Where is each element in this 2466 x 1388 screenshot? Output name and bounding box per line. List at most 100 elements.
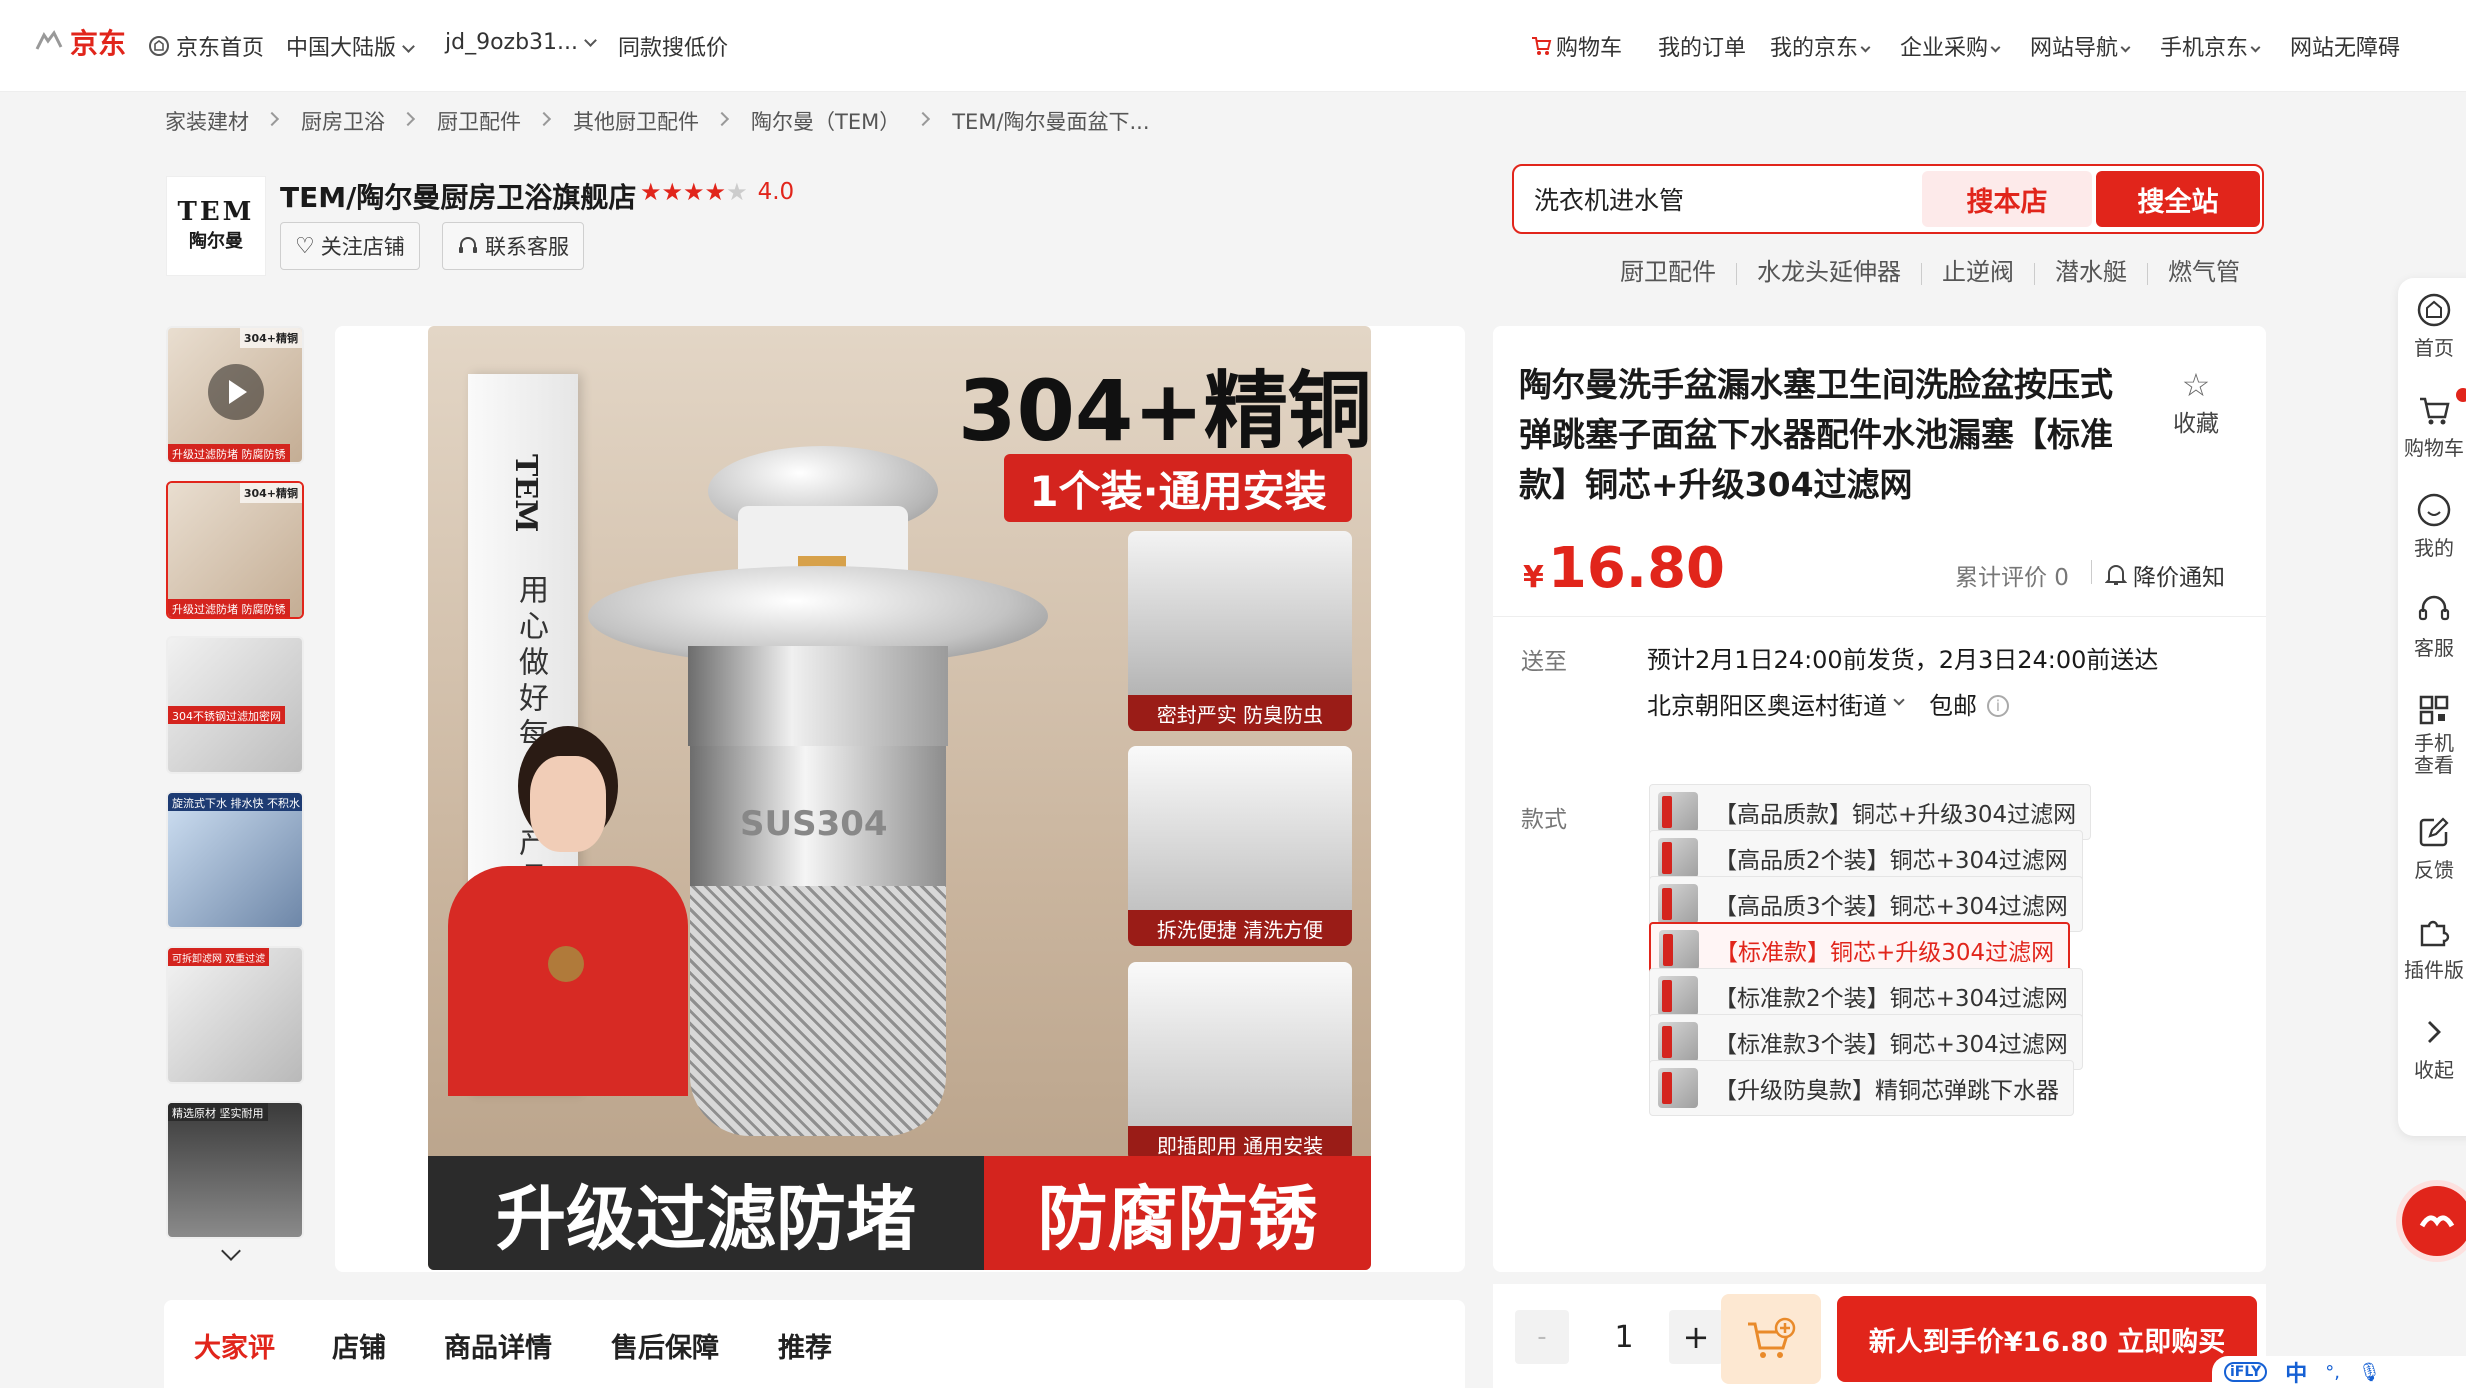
add-to-cart-button[interactable] bbox=[1721, 1294, 1821, 1384]
contact-service-button[interactable]: 联系客服 bbox=[442, 222, 584, 270]
option-label: 【标准款】铜芯+升级304过滤网 bbox=[1715, 940, 2055, 966]
store-logo[interactable]: TEM 陶尔曼 bbox=[166, 176, 266, 276]
option-label: 【升级防臭款】精铜芯弹跳下水器 bbox=[1714, 1078, 2059, 1104]
thumbnail[interactable]: 304+精铜 升级过滤防堵 防腐防锈 bbox=[166, 326, 304, 464]
jd-home-link[interactable]: 京东首页 bbox=[148, 30, 264, 62]
hot-search-link[interactable]: 潜水艇 bbox=[2055, 252, 2127, 287]
thumbnail-caption: 旋流式下水 排水快 不积水 bbox=[168, 793, 302, 811]
breadcrumb-item[interactable]: 陶尔曼（TEM） bbox=[751, 106, 900, 136]
ime-punctuation-icon[interactable]: °, bbox=[2325, 1362, 2340, 1383]
breadcrumb-item-current[interactable]: TEM/陶尔曼面盆下... bbox=[952, 106, 1149, 136]
microphone-icon[interactable]: 🎙 bbox=[2358, 1362, 2381, 1383]
my-orders-link[interactable]: 我的订单 bbox=[1658, 30, 1746, 62]
chevron-down-icon bbox=[1990, 42, 2001, 53]
thumbnail-image bbox=[168, 948, 302, 1082]
search-all-button[interactable]: 搜全站 bbox=[2096, 171, 2260, 227]
breadcrumb-item[interactable]: 厨房卫浴 bbox=[301, 106, 385, 136]
my-jd-dropdown[interactable]: 我的京东 bbox=[1770, 30, 1871, 62]
thumbnail[interactable]: 304不锈钢过滤加密网 bbox=[166, 636, 304, 774]
tab-recommend[interactable]: 推荐 bbox=[778, 1326, 832, 1365]
quantity-increase-button[interactable]: + bbox=[1669, 1310, 1723, 1364]
star-outline-icon: ☆ bbox=[2181, 366, 2211, 404]
thumbnail[interactable]: 精选原材 坚实耐用 bbox=[166, 1101, 304, 1239]
hot-search-link[interactable]: 水龙头延伸器 bbox=[1757, 252, 1901, 287]
image-banner-left: 升级过滤防堵 bbox=[428, 1156, 984, 1270]
play-button[interactable] bbox=[208, 364, 264, 420]
divider bbox=[2091, 560, 2092, 584]
chevron-right-icon bbox=[916, 111, 931, 127]
thumbnail-caption: 升级过滤防堵 防腐防锈 bbox=[168, 599, 290, 617]
thumbnail-scroll-down-icon[interactable] bbox=[221, 1241, 241, 1261]
tab-after-sales[interactable]: 售后保障 bbox=[611, 1326, 719, 1365]
breadcrumb-item[interactable]: 家装建材 bbox=[165, 106, 249, 136]
sidebar-mobile-view[interactable]: 手机查看 bbox=[2398, 692, 2466, 776]
mobile-jd-dropdown[interactable]: 手机京东 bbox=[2160, 30, 2261, 62]
follow-store-button[interactable]: ♡ 关注店铺 bbox=[280, 222, 420, 270]
option-thumbnail bbox=[1658, 792, 1698, 832]
thumbnail[interactable]: 可拆卸滤网 双重过滤 bbox=[166, 946, 304, 1084]
ship-address-dropdown[interactable]: 北京朝阳区奥运村街道 bbox=[1647, 686, 1887, 721]
headset-icon bbox=[2418, 595, 2450, 621]
cart-link[interactable]: 购物车 bbox=[1530, 30, 1622, 62]
hot-search-link[interactable]: 止逆阀 bbox=[1942, 252, 2014, 287]
sidebar-cart[interactable]: 购物车 bbox=[2398, 392, 2466, 461]
favorite-button[interactable]: ☆ 收藏 bbox=[2173, 366, 2219, 438]
breadcrumb-item[interactable]: 厨卫配件 bbox=[437, 106, 521, 136]
jd-logo-text: 京东 bbox=[70, 27, 127, 60]
right-toolbar: 首页 购物车 我的 客服 手机查看 反馈 插件版 收起 bbox=[2398, 278, 2466, 1136]
hot-search-link[interactable]: 厨卫配件 bbox=[1620, 252, 1716, 287]
thumbnail-image bbox=[168, 793, 302, 927]
option-label: 【高品质2个装】铜芯+304过滤网 bbox=[1714, 848, 2068, 874]
thumbnail[interactable]: 旋流式下水 排水快 不积水 bbox=[166, 791, 304, 929]
spokesperson-image bbox=[448, 726, 688, 1096]
sidebar-service[interactable]: 客服 bbox=[2398, 592, 2466, 661]
review-count[interactable]: 累计评价 0 bbox=[1955, 558, 2069, 592]
feature-caption: 拆洗便捷 清洗方便 bbox=[1128, 910, 1352, 946]
box-brand-text: TEM bbox=[508, 454, 543, 533]
tab-details[interactable]: 商品详情 bbox=[444, 1326, 552, 1365]
price-alert-button[interactable]: 降价通知 bbox=[2091, 558, 2225, 592]
tab-store[interactable]: 店铺 bbox=[332, 1326, 386, 1365]
ime-language-toggle[interactable]: 中 bbox=[2285, 1356, 2307, 1388]
quantity-decrease-button[interactable]: - bbox=[1515, 1310, 1569, 1364]
store-logo-text: TEM bbox=[177, 197, 255, 227]
quantity-input[interactable]: 1 bbox=[1589, 1310, 1659, 1364]
enterprise-dropdown[interactable]: 企业采购 bbox=[1900, 30, 2001, 62]
thumbnail-selected[interactable]: 304+精铜 升级过滤防堵 防腐防锈 bbox=[166, 481, 304, 619]
cart-icon bbox=[2420, 397, 2450, 425]
style-option[interactable]: 【升级防臭款】精铜芯弹跳下水器 bbox=[1649, 1060, 2074, 1116]
info-icon[interactable]: i bbox=[1987, 694, 2009, 717]
floating-assistant-button[interactable] bbox=[2402, 1186, 2466, 1256]
hot-search-link[interactable]: 燃气管 bbox=[2168, 252, 2240, 287]
contact-service-label: 联系客服 bbox=[485, 235, 569, 259]
notification-badge bbox=[2456, 388, 2466, 402]
sidebar-collapse[interactable]: 收起 bbox=[2398, 1014, 2466, 1083]
bell-icon bbox=[2105, 565, 2127, 585]
search-store-button[interactable]: 搜本店 bbox=[1922, 171, 2092, 227]
main-product-image[interactable]: TEM 用心做好每一个产品 304+精铜 1个装·通用安装 SUS304 密封严… bbox=[428, 326, 1371, 1270]
sidebar-feedback[interactable]: 反馈 bbox=[2398, 814, 2466, 883]
store-name[interactable]: TEM/陶尔曼厨房卫浴旗舰店 bbox=[280, 176, 636, 216]
breadcrumb-item[interactable]: 其他厨卫配件 bbox=[573, 106, 699, 136]
product-title: 陶尔曼洗手盆漏水塞卫生间洗脸盆按压式弹跳塞子面盆下水器配件水池漏塞【标准款】铜芯… bbox=[1519, 365, 2113, 504]
option-thumbnail bbox=[1658, 1022, 1698, 1062]
chevron-right-icon bbox=[536, 111, 552, 127]
same-low-price-link[interactable]: 同款搜低价 bbox=[618, 30, 728, 62]
buy-bar: - 1 + 新人到手价¥16.80 立即购买 bbox=[1493, 1284, 2266, 1388]
jd-logo[interactable]: 京东 bbox=[34, 22, 126, 62]
tab-reviews[interactable]: 大家评 bbox=[194, 1326, 275, 1365]
ship-fee: 包邮 bbox=[1929, 692, 1977, 720]
accessibility-link[interactable]: 网站无障碍 bbox=[2290, 30, 2400, 62]
sidebar-home[interactable]: 首页 bbox=[2398, 292, 2466, 361]
top-nav-bar: 京东 京东首页 中国大陆版 jd_9ozb31... 同款搜低价 购物车 我的订… bbox=[0, 0, 2466, 92]
divider bbox=[2034, 262, 2035, 285]
region-dropdown[interactable]: 中国大陆版 bbox=[286, 30, 415, 62]
site-nav-dropdown[interactable]: 网站导航 bbox=[2030, 30, 2131, 62]
detail-tabs: 大家评 店铺 商品详情 售后保障 推荐 bbox=[164, 1300, 1465, 1388]
ime-logo-icon[interactable]: iFLY bbox=[2224, 1362, 2268, 1382]
divider bbox=[1921, 262, 1922, 285]
user-dropdown[interactable]: jd_9ozb31... bbox=[445, 30, 597, 55]
sidebar-mine[interactable]: 我的 bbox=[2398, 492, 2466, 561]
sidebar-plugin[interactable]: 插件版 bbox=[2398, 914, 2466, 983]
buy-now-button[interactable]: 新人到手价¥16.80 立即购买 bbox=[1837, 1296, 2257, 1382]
